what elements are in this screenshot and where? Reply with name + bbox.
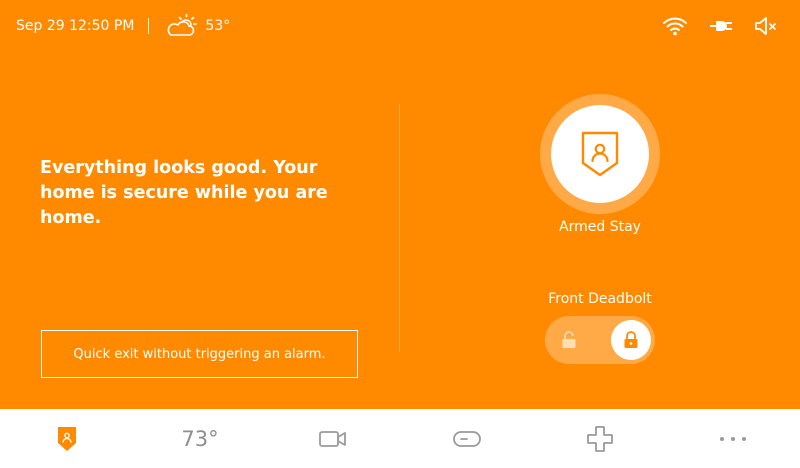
main-panel: Sep 29 12:50 PM 53° Everything looks goo… — [0, 0, 800, 409]
more-dots-icon — [720, 436, 747, 441]
quick-exit-button[interactable]: Quick exit without triggering an alarm. — [41, 330, 358, 378]
power-plug-icon — [710, 21, 732, 31]
plus-icon — [587, 425, 613, 452]
front-deadbolt-toggle[interactable] — [545, 316, 655, 364]
nav-thermostat[interactable]: 73° — [133, 409, 266, 468]
lock-label: Front Deadbolt — [548, 291, 652, 307]
security-mode-inner — [551, 105, 649, 203]
nav-add[interactable] — [533, 409, 666, 468]
nav-more[interactable] — [667, 409, 800, 468]
nav-devices[interactable] — [400, 409, 533, 468]
vertical-divider — [399, 104, 400, 352]
shield-user-icon — [581, 131, 619, 177]
status-bar-right — [662, 12, 778, 40]
thermostat-temp: 73° — [181, 426, 219, 451]
wifi-icon — [663, 17, 687, 36]
speaker-muted-icon[interactable] — [754, 16, 778, 36]
security-mode-button[interactable] — [540, 94, 660, 214]
switch-icon — [452, 430, 481, 447]
nav-cameras[interactable] — [267, 409, 400, 468]
security-mode-label: Armed Stay — [559, 219, 641, 235]
lock-knob[interactable] — [611, 320, 651, 360]
bottom-nav: 73° — [0, 409, 800, 468]
status-separator — [148, 18, 150, 34]
status-bar-left: Sep 29 12:50 PM 53° — [16, 13, 231, 38]
nav-security[interactable] — [0, 409, 133, 468]
partly-cloudy-icon — [168, 13, 198, 36]
shield-user-icon — [57, 426, 76, 451]
status-message: Everything looks good. Your home is secu… — [40, 158, 328, 228]
outside-temperature: 53° — [205, 18, 231, 34]
video-camera-icon — [319, 430, 347, 447]
locked-icon — [624, 331, 638, 348]
unlocked-icon — [562, 331, 576, 348]
datetime: Sep 29 12:50 PM — [16, 18, 135, 34]
